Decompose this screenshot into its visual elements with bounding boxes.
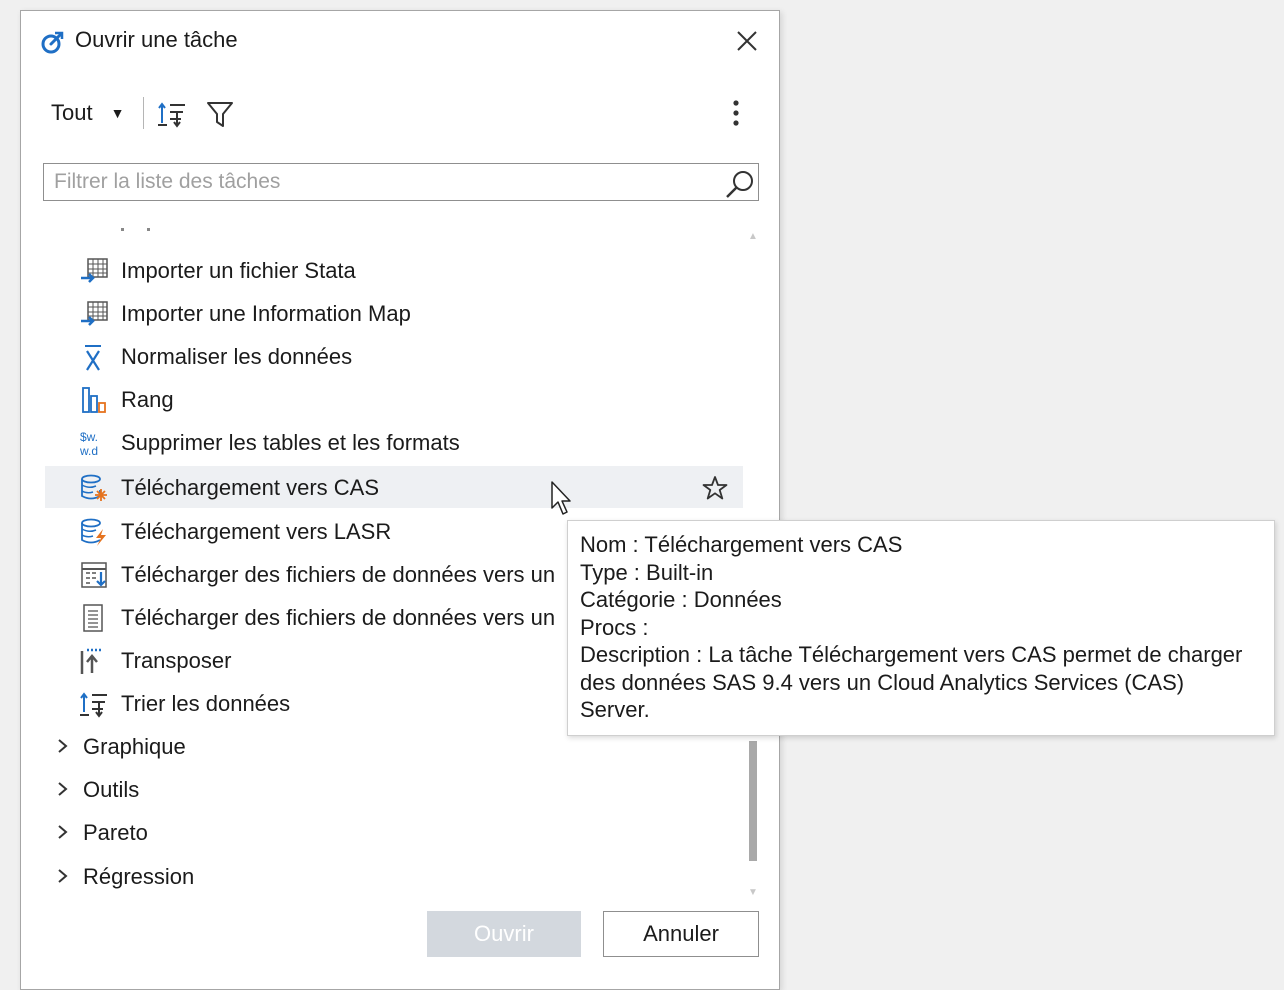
task-label: Télécharger des fichiers de données vers… <box>121 605 556 630</box>
format-sw-icon: $w. w.d <box>79 430 98 457</box>
caret-down-icon: ▼ <box>110 105 125 121</box>
clipped-row-fragment <box>121 228 150 231</box>
task-label: Rang <box>121 387 174 412</box>
dialog-toolbar: Tout ▼ <box>21 91 779 135</box>
scrollbar-thumb[interactable] <box>749 741 757 861</box>
category-pareto[interactable]: Pareto <box>45 811 743 853</box>
task-label: Importer une Information Map <box>121 301 411 326</box>
category-label: Régression <box>83 864 195 889</box>
tooltip-name: Nom : Téléchargement vers CAS <box>580 532 903 557</box>
svg-text:$w.: $w. <box>80 430 98 444</box>
cancel-button[interactable]: Annuler <box>603 911 759 957</box>
category-label: Outils <box>83 777 140 802</box>
task-label: Importer un fichier Stata <box>121 258 356 283</box>
sort-icon[interactable] <box>157 99 187 129</box>
task-item[interactable]: $w. w.d Supprimer les tables et les form… <box>45 421 743 463</box>
import-table-icon <box>81 301 108 326</box>
task-item[interactable]: Importer une Information Map <box>45 292 743 334</box>
task-item[interactable]: Importer un fichier Stata <box>45 249 743 291</box>
task-label: Supprimer les tables et les formats <box>121 430 460 455</box>
svg-text:w.d: w.d <box>79 444 98 457</box>
scroll-up-arrow-icon[interactable]: ▲ <box>748 231 758 242</box>
task-tooltip: Nom : Téléchargement vers CAS Type : Bui… <box>567 520 1275 736</box>
tooltip-description-line3: Server. <box>580 697 650 722</box>
x-bar-icon <box>85 345 101 371</box>
dialog-title: Ouvrir une tâche <box>75 27 238 52</box>
task-item-selected[interactable]: Téléchargement vers CAS <box>45 466 743 508</box>
chevron-right-icon[interactable] <box>53 735 73 757</box>
task-label: Téléchargement vers LASR <box>121 519 392 544</box>
close-icon[interactable] <box>733 27 761 55</box>
favorite-star-icon[interactable] <box>701 474 729 502</box>
filter-icon[interactable] <box>205 99 235 129</box>
search-icon[interactable] <box>724 168 756 200</box>
sas-app-icon <box>41 31 64 54</box>
category-regression[interactable]: Régression <box>45 855 743 897</box>
task-label: Téléchargement vers CAS <box>121 475 379 500</box>
task-item[interactable]: Rang <box>45 378 743 420</box>
scope-dropdown[interactable]: Tout ▼ <box>51 97 124 129</box>
cas-upload-icon <box>81 474 107 501</box>
category-outils[interactable]: Outils <box>45 768 743 810</box>
mouse-pointer-icon <box>551 481 571 515</box>
toolbar-separator <box>143 97 144 129</box>
chevron-right-icon[interactable] <box>53 778 73 800</box>
task-search <box>43 163 759 201</box>
open-task-dialog: Ouvrir une tâche Tout ▼ Filtrer la liste… <box>20 10 780 990</box>
task-label: Transposer <box>121 648 232 673</box>
category-label: Pareto <box>83 820 148 845</box>
task-label: Trier les données <box>121 691 291 716</box>
scroll-down-arrow-icon[interactable]: ▼ <box>748 887 758 898</box>
tooltip-category: Catégorie : Données <box>580 587 782 612</box>
chevron-right-icon[interactable] <box>53 865 73 887</box>
task-label: Télécharger des fichiers de données vers… <box>121 562 556 587</box>
chevron-right-icon[interactable] <box>53 821 73 843</box>
rank-bars-icon <box>82 387 106 413</box>
dialog-titlebar: Ouvrir une tâche <box>21 11 779 71</box>
tooltip-type: Type : Built-in <box>580 559 714 585</box>
document-icon <box>83 604 103 632</box>
task-item[interactable]: Normaliser les données <box>45 335 743 377</box>
task-label: Normaliser les données <box>121 344 353 369</box>
tooltip-procs: Procs : <box>580 614 649 640</box>
scope-dropdown-label: Tout <box>51 100 93 125</box>
tooltip-description: Description : La tâche Téléchargement ve… <box>580 642 1243 667</box>
transpose-icon <box>80 648 101 674</box>
category-label: Graphique <box>83 734 186 759</box>
task-search-input[interactable] <box>44 164 714 200</box>
tooltip-description-line2: des données SAS 9.4 vers un Cloud Analyt… <box>580 669 1185 695</box>
upload-grid-icon <box>81 562 107 588</box>
more-options-icon[interactable] <box>721 95 751 131</box>
import-table-icon <box>81 258 108 283</box>
open-button[interactable]: Ouvrir <box>427 911 581 957</box>
sort-icon <box>80 692 107 718</box>
lasr-upload-icon <box>81 518 106 546</box>
